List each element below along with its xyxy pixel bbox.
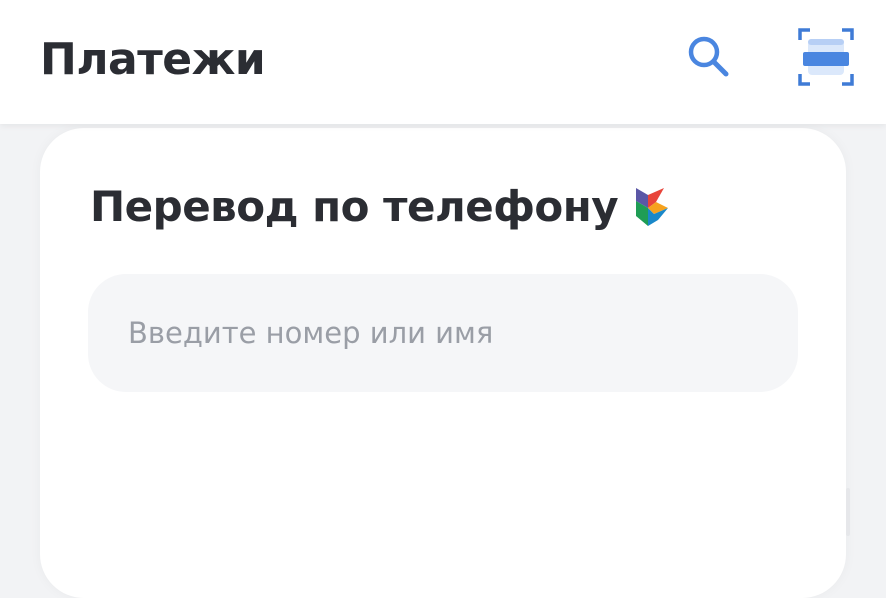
search-icon [688, 36, 729, 77]
page-title: Платежи [40, 34, 266, 85]
scrollbar[interactable] [846, 488, 850, 536]
scan-qr-icon [798, 28, 854, 86]
card-title: Перевод по телефону [90, 181, 619, 231]
app-header: Платежи [0, 0, 886, 124]
phone-transfer-card: Перевод по телефону [40, 128, 846, 598]
search-button[interactable] [680, 30, 736, 86]
card-header: Перевод по телефону [90, 178, 670, 234]
phone-or-name-input[interactable] [88, 274, 798, 392]
scan-qr-button[interactable] [792, 24, 860, 90]
sbp-logo-icon [636, 188, 669, 226]
